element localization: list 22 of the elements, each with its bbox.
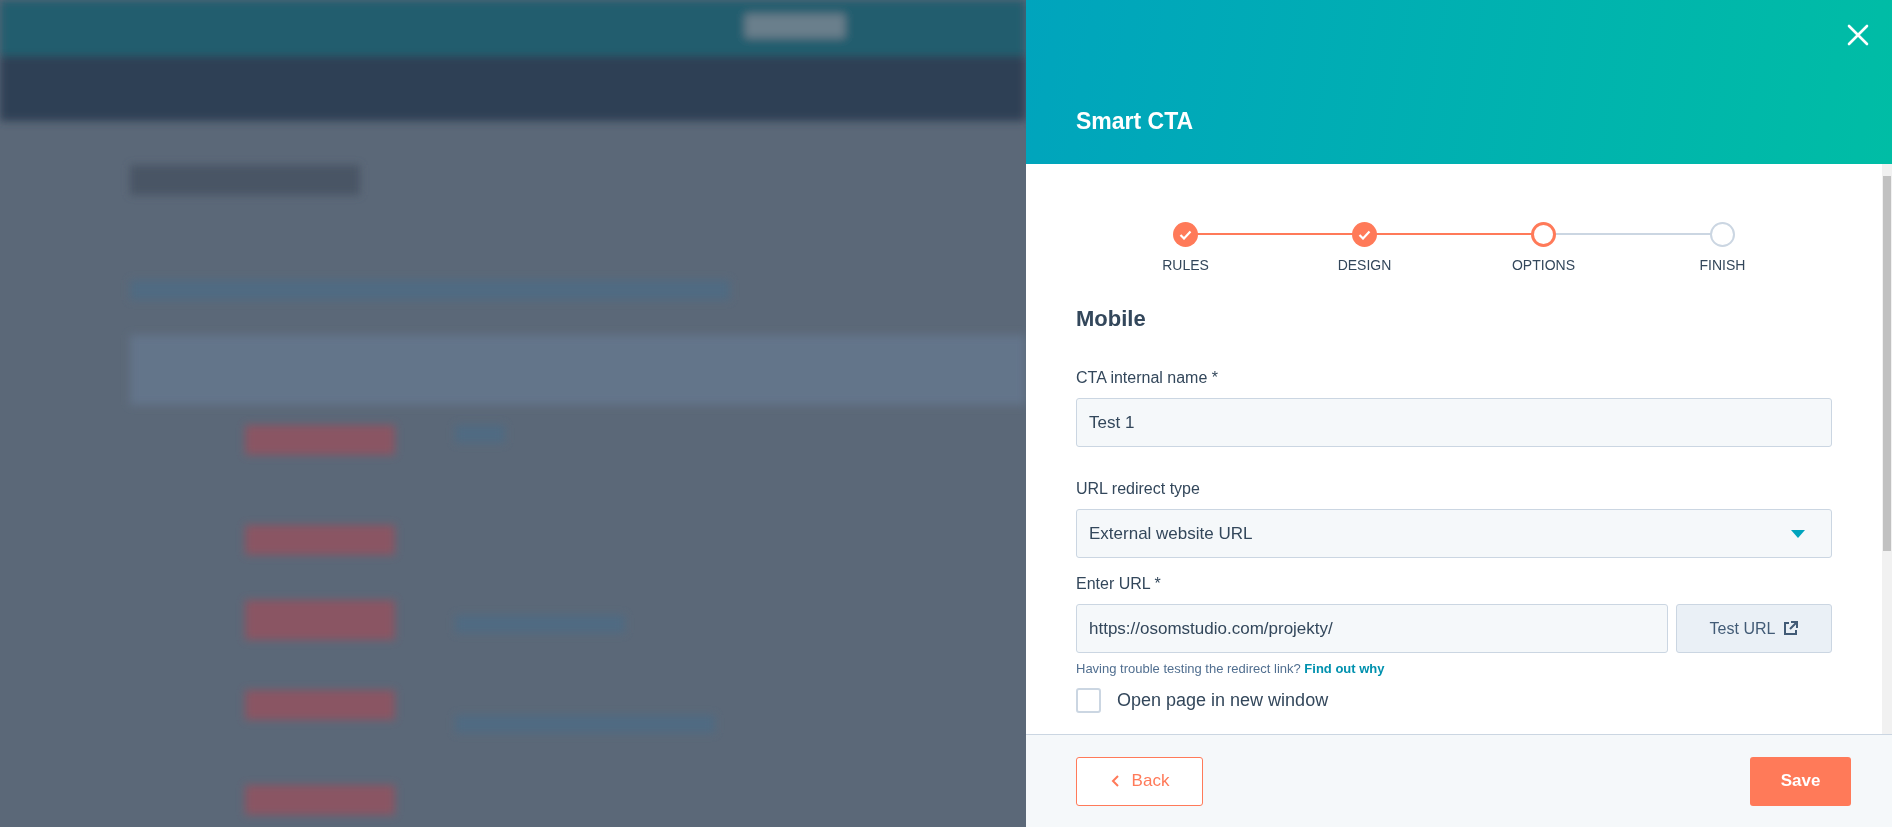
external-link-icon [1783, 621, 1799, 637]
dropdown-field[interactable]: External website URL [1076, 509, 1832, 559]
step-label: DESIGN [1337, 256, 1392, 275]
close-button[interactable] [1846, 22, 1870, 46]
checkbox[interactable] [1076, 687, 1101, 713]
step-label: RULES [1162, 256, 1209, 275]
field-label: CTA internal name * [1076, 368, 1218, 389]
field-label: URL redirect type [1076, 479, 1200, 500]
step-label: OPTIONS [1512, 256, 1575, 275]
test-url-button[interactable]: Test URL [1676, 604, 1832, 654]
help-text: Having trouble testing the redirect link? Find out why [1076, 660, 1386, 679]
find-out-why-link[interactable]: Find out why [1304, 661, 1385, 677]
url-field[interactable]: https://osomstudio.com/projekty/ [1076, 604, 1668, 654]
chevron-left-icon [1109, 774, 1120, 788]
scrollbar-thumb[interactable] [1883, 176, 1891, 551]
section-title: Mobile [1076, 306, 1147, 333]
step-label: FINISH [1699, 256, 1746, 275]
input-field[interactable]: Test 1 [1076, 398, 1832, 448]
field-label: Enter URL * [1076, 574, 1161, 595]
panel-title: Smart CTA [1076, 108, 1194, 136]
checkbox-label: Open page in new window [1117, 688, 1329, 712]
caret-icon [1791, 529, 1805, 538]
